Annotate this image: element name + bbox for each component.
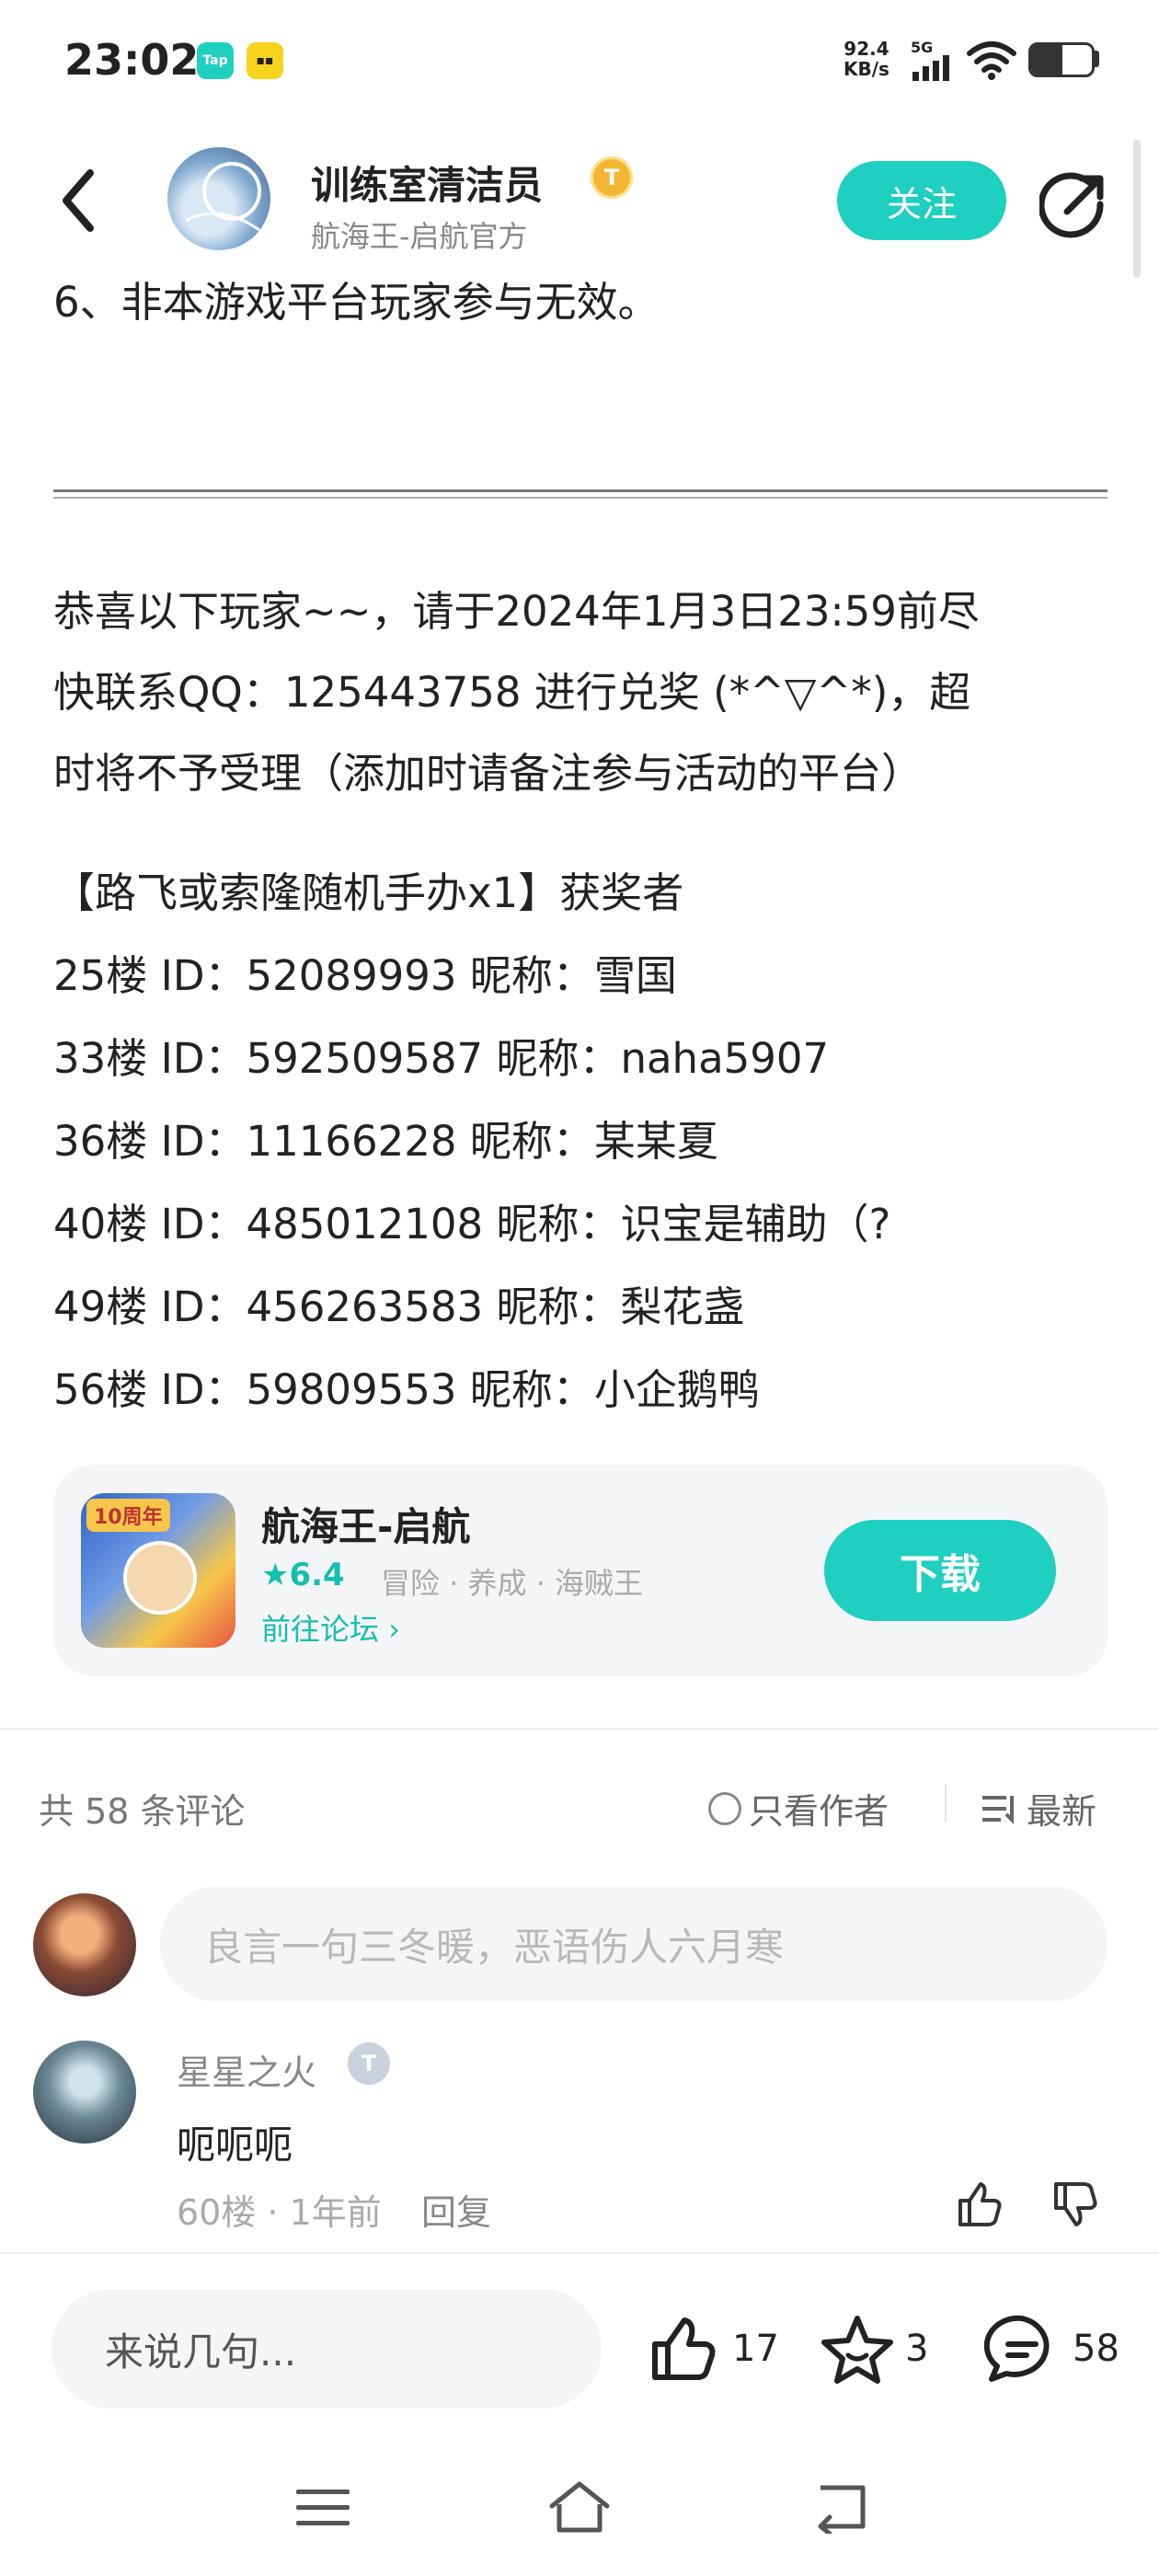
author-subtitle: 航海王-启航官方 — [311, 219, 528, 254]
section-divider — [0, 1728, 1159, 1730]
prize-heading: 【路飞或索隆随机手办x1】获奖者 — [53, 868, 684, 917]
winner-line: 33楼 ID：592509587 昵称：naha5907 — [53, 1034, 830, 1083]
battery-icon — [1028, 42, 1095, 77]
commenter-name[interactable]: 星星之火 — [177, 2044, 316, 2095]
header-separator — [945, 1785, 947, 1822]
menu-icon[interactable] — [293, 2484, 353, 2532]
net-speed-value: 92.4 — [843, 38, 889, 60]
comment-input[interactable]: 良言一句三冬暖，恶语伤人六月寒 — [160, 1886, 1107, 2002]
author-only-toggle[interactable]: 只看作者 — [708, 1783, 889, 1834]
commenter-level-badge: T — [348, 2042, 390, 2085]
battery-cap — [1095, 51, 1099, 67]
like-count: 17 — [732, 2328, 779, 2370]
character-face-icon — [123, 1541, 197, 1615]
comment-text: 呃呃呃 — [177, 2122, 293, 2168]
status-time: 23:02 — [64, 35, 200, 85]
chevron-right-icon: › — [388, 1612, 400, 1647]
comment-count-bottom: 58 — [1073, 2328, 1119, 2370]
radio-icon — [708, 1791, 741, 1825]
favorite-count: 3 — [905, 2328, 929, 2370]
article-divider — [53, 489, 1107, 492]
net-speed-unit: KB/s — [843, 58, 889, 80]
author-avatar[interactable] — [167, 147, 270, 250]
sort-button[interactable]: 最新 — [981, 1783, 1096, 1834]
article-line: 快联系QQ：125443758 进行兑奖 (*^▽^*)，超 — [53, 668, 971, 717]
quick-comment-input[interactable]: 来说几句... — [52, 2289, 602, 2409]
star-icon: ★ — [261, 1557, 290, 1593]
game-icon[interactable]: 10周年 — [81, 1493, 235, 1648]
download-button[interactable]: 下载 — [824, 1520, 1056, 1621]
favorite-star-icon[interactable] — [820, 2313, 894, 2386]
article-line: 恭喜以下玩家~~，请于2024年1月3日23:59前尽 — [53, 587, 980, 636]
winner-line: 56楼 ID：59809553 昵称：小企鹅鸭 — [53, 1365, 760, 1414]
game-rating-value: 6.4 — [289, 1557, 345, 1593]
thumbs-up-icon[interactable] — [953, 2179, 1004, 2230]
thumbs-down-icon[interactable] — [1049, 2179, 1100, 2230]
net-speed: 92.4 KB/s — [843, 39, 889, 79]
winner-line: 36楼 ID：11166228 昵称：某某夏 — [53, 1117, 718, 1166]
article-line-rule6: 6、非本游戏平台玩家参与无效。 — [53, 278, 660, 327]
follow-button[interactable]: 关注 — [837, 161, 1006, 240]
game-rating: ★6.4 — [261, 1557, 345, 1593]
game-name[interactable]: 航海王-启航 — [261, 1496, 470, 1552]
comment-meta: 60楼 · 1年前 — [177, 2192, 382, 2233]
sort-icon — [981, 1792, 1017, 1825]
wifi-icon — [966, 40, 1017, 81]
winner-line: 49楼 ID：456263583 昵称：梨花盏 — [53, 1282, 745, 1331]
author-only-label: 只看作者 — [749, 1791, 889, 1832]
anniversary-badge: 10周年 — [86, 1499, 170, 1532]
scrollbar[interactable] — [1133, 140, 1141, 278]
winner-line: 40楼 ID：485012108 昵称：识宝是辅助（? — [53, 1200, 891, 1248]
back-nav-icon[interactable] — [808, 2480, 872, 2534]
forum-link[interactable]: 前往论坛 › — [261, 1606, 400, 1649]
bottom-divider — [0, 2252, 1159, 2254]
winner-line: 25楼 ID：52089993 昵称：雪国 — [53, 951, 677, 1000]
share-icon[interactable] — [1039, 169, 1109, 239]
comment-bubble-icon[interactable] — [984, 2313, 1060, 2386]
comment-count: 共 58 条评论 — [39, 1791, 246, 1832]
signal-icon — [911, 53, 955, 81]
author-level-badge: T — [591, 156, 633, 199]
commenter-avatar[interactable] — [33, 2041, 136, 2144]
taptap-app-icon: Tap — [197, 42, 234, 79]
reply-button[interactable]: 回复 — [421, 2184, 491, 2235]
game-tags: 冒险 · 养成 · 海贼王 — [381, 1566, 644, 1601]
sort-label: 最新 — [1027, 1791, 1097, 1832]
like-icon[interactable] — [648, 2315, 717, 2385]
video-app-icon: ▪▪ — [247, 42, 283, 79]
back-icon[interactable] — [55, 164, 101, 237]
article-line: 时将不予受理（添加时请备注参与活动的平台） — [53, 749, 924, 798]
home-icon[interactable] — [546, 2478, 613, 2536]
my-avatar[interactable] — [33, 1893, 136, 1996]
article-divider-inner — [53, 497, 1107, 499]
author-name[interactable]: 训练室清洁员 — [311, 155, 543, 211]
forum-link-label: 前往论坛 — [261, 1612, 380, 1647]
